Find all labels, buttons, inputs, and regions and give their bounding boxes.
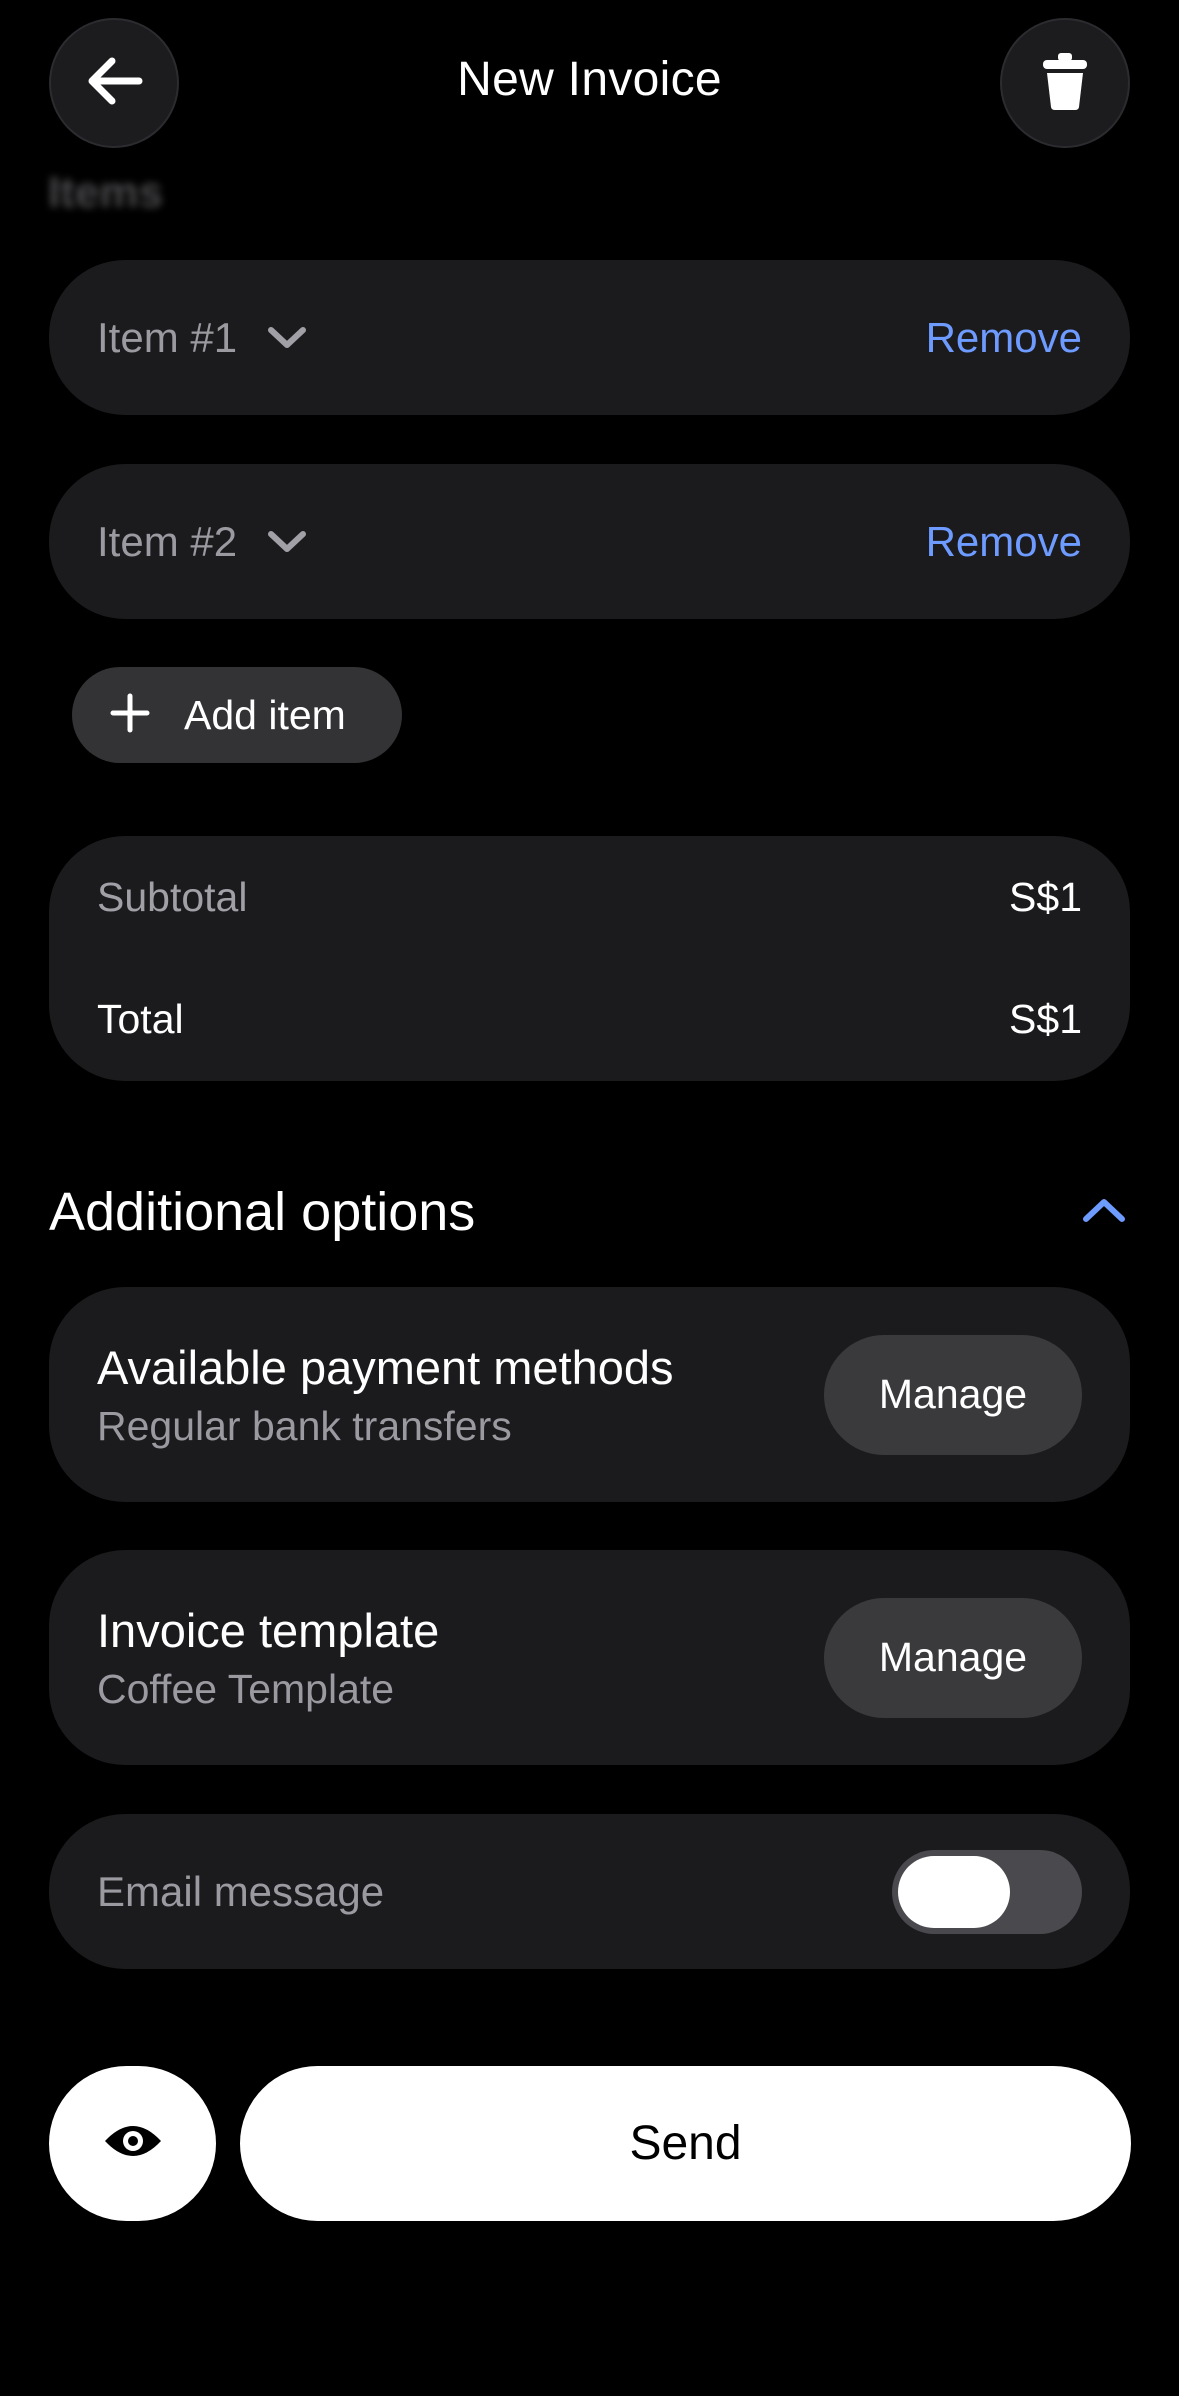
payment-methods-subtitle: Regular bank transfers [97,1402,512,1449]
item-card-2[interactable]: Item #2 Remove [49,464,1130,619]
manage-template-button[interactable]: Manage [824,1597,1082,1718]
item-card-1[interactable]: Item #1 Remove [49,260,1130,415]
payment-methods-title: Available payment methods [97,1340,674,1394]
subtotal-value: S$1 [1009,874,1082,920]
additional-options-title: Additional options [49,1182,476,1242]
plus-icon [110,693,150,738]
item-label: Item #1 [97,313,238,361]
chevron-down-icon[interactable] [267,529,307,555]
chevron-down-icon[interactable] [267,325,307,351]
total-row: Total S$1 [97,996,1082,1043]
email-message-card: Email message [49,1814,1130,1969]
send-button[interactable]: Send [240,2066,1131,2221]
totals-card: Subtotal S$1 Total S$1 [49,836,1130,1081]
invoice-template-card: Invoice template Coffee Template Manage [49,1550,1130,1765]
total-label: Total [97,996,184,1042]
trash-icon [1041,51,1089,116]
remove-item-button[interactable]: Remove [926,518,1082,566]
invoice-template-title: Invoice template [97,1603,440,1657]
total-value: S$1 [1009,996,1082,1042]
preview-button[interactable] [49,2066,216,2221]
item-label: Item #2 [97,517,238,565]
email-message-toggle[interactable] [892,1849,1082,1934]
toggle-knob [898,1855,1010,1928]
subtotal-label: Subtotal [97,874,248,920]
add-item-label: Add item [184,691,346,738]
chevron-up-icon[interactable] [1082,1196,1126,1229]
payment-methods-card: Available payment methods Regular bank t… [49,1287,1130,1502]
delete-invoice-button[interactable] [1000,18,1130,148]
invoice-template-text: Invoice template Coffee Template [97,1603,439,1713]
manage-payment-methods-button[interactable]: Manage [824,1334,1082,1455]
items-heading: Items [48,168,163,217]
remove-item-button[interactable]: Remove [926,314,1082,362]
invoice-template-subtitle: Coffee Template [97,1665,395,1712]
top-bar: New Invoice [0,0,1179,170]
email-message-label: Email message [97,1867,385,1915]
eye-icon [103,2121,163,2166]
payment-methods-text: Available payment methods Regular bank t… [97,1340,674,1450]
new-invoice-screen: New Invoice Items Item #1 Remove Item #2 [0,0,1179,2396]
subtotal-row: Subtotal S$1 [97,874,1082,921]
add-item-button[interactable]: Add item [72,667,402,763]
